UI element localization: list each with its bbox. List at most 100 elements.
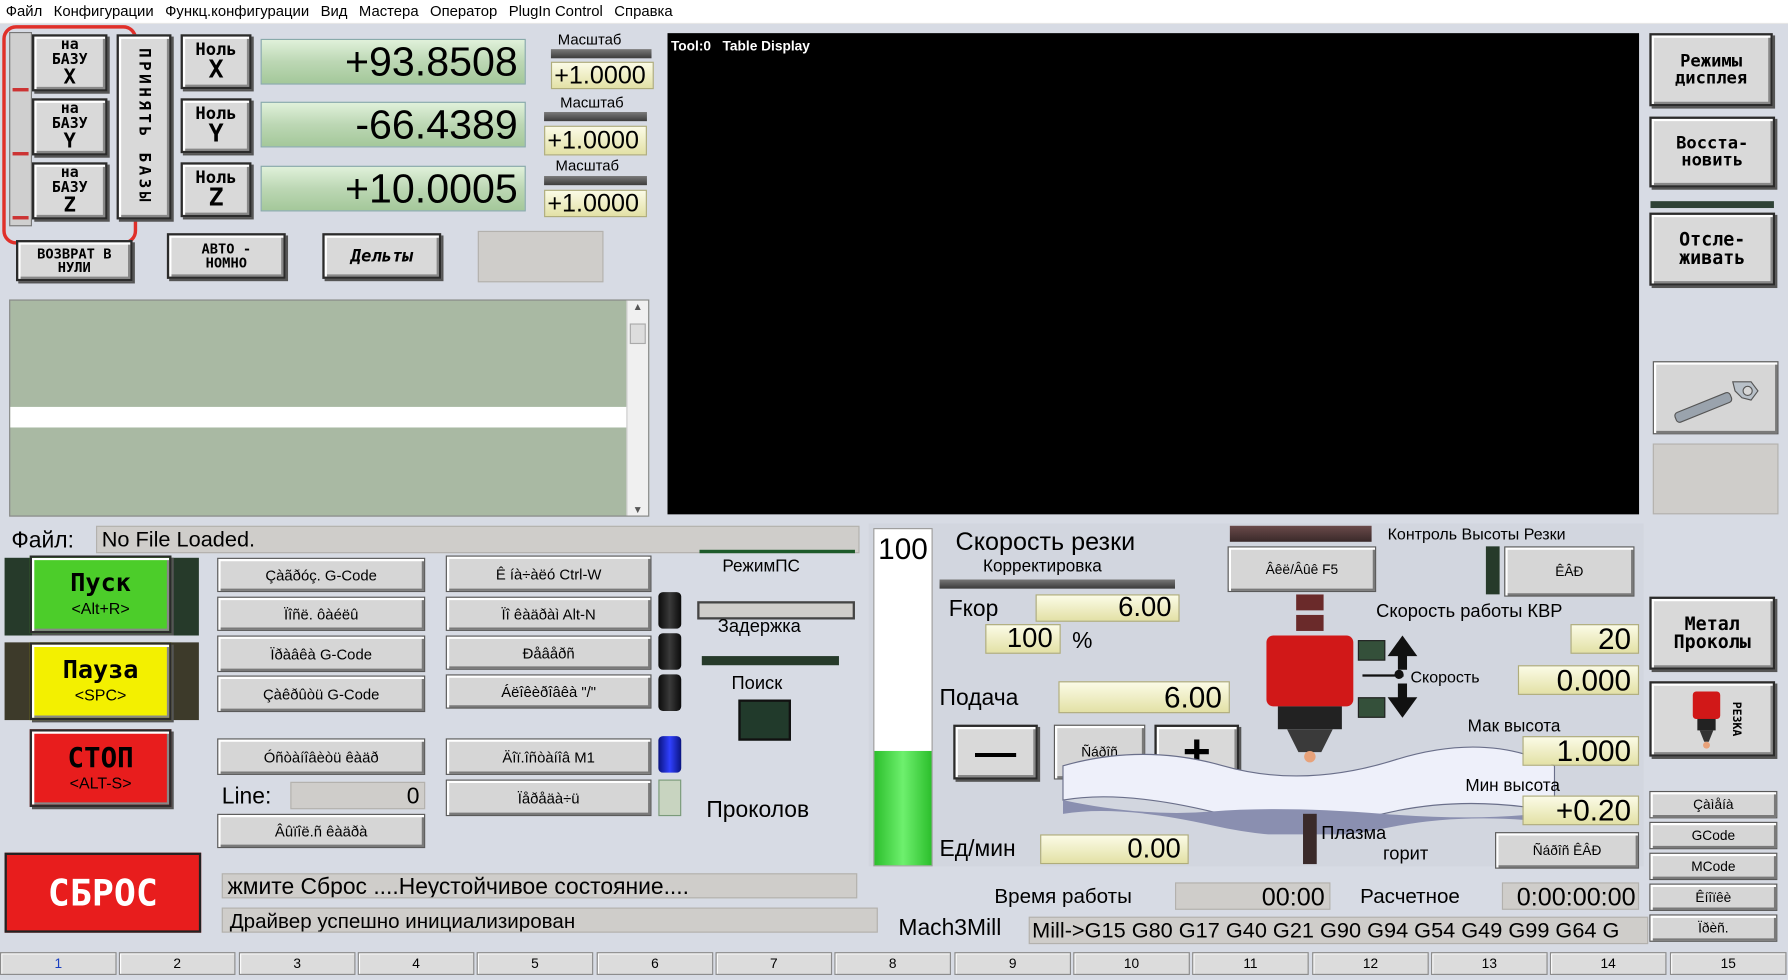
tab-5[interactable]: 5 [476, 952, 594, 975]
track-button[interactable]: Отсле- живать [1649, 212, 1776, 286]
fkor-value: 6.00 [1118, 592, 1172, 623]
cut-button[interactable]: РЕЗКА [1649, 681, 1776, 757]
scroll-down-icon[interactable]: ▼ [628, 504, 649, 515]
dro-x[interactable]: +93.8508 [260, 38, 526, 85]
side-small-button-0[interactable]: Çàìåíà [1649, 790, 1778, 819]
start-label: Пуск [70, 569, 131, 598]
settings-wrench-button[interactable] [1652, 361, 1779, 435]
menu-item-2[interactable]: Функц.конфигурации [159, 0, 315, 23]
dro-z[interactable]: +10.0005 [260, 165, 526, 212]
auto-label: АВТО - НОМНО [201, 241, 252, 271]
tab-3[interactable]: 3 [238, 952, 356, 975]
gcode-button-3[interactable]: Çàêðûòü G-Code [217, 675, 426, 713]
scale-x-field[interactable]: +1.0000 [550, 61, 654, 90]
units-field[interactable]: 0.00 [1040, 833, 1189, 865]
auto-button[interactable]: АВТО - НОМНО [166, 233, 286, 279]
tab-1[interactable]: 1 [0, 952, 117, 975]
thc-speed-field[interactable]: 20 [1570, 621, 1640, 656]
plasma-label: Плазма [1321, 824, 1387, 844]
deltas-button[interactable]: Дельты [322, 233, 442, 279]
gcode-list[interactable]: ▲ ▼ [9, 299, 650, 517]
run-control-button-4[interactable]: Äîï.îñòàíîâ M1 [445, 738, 652, 775]
scale-z-field[interactable]: +1.0000 [544, 189, 647, 218]
zero-x-button[interactable]: Ноль X [180, 34, 252, 90]
menu-item-0[interactable]: Файл [0, 0, 48, 23]
feed-gauge-value: 100 [878, 531, 928, 566]
tab-13[interactable]: 13 [1431, 952, 1548, 975]
gcode-button-4[interactable]: Óñòàíîâèòü êàäð [217, 738, 426, 775]
estimate-field: 0:00:00:00 [1501, 882, 1640, 910]
pause-button[interactable]: Пауза <SPC> [29, 642, 172, 721]
menu-item-6[interactable]: PlugIn Control [503, 0, 609, 23]
min-height-field[interactable]: +0.20 [1522, 793, 1640, 827]
scroll-thumb[interactable] [629, 323, 646, 345]
side-small-button-1[interactable]: GCode [1649, 821, 1778, 850]
start-button[interactable]: Пуск <Alt+R> [29, 555, 172, 634]
tab-14[interactable]: 14 [1549, 952, 1667, 975]
line-field[interactable]: 0 [290, 781, 426, 810]
tab-12[interactable]: 12 [1312, 952, 1429, 975]
restore-button[interactable]: Восста- новить [1649, 116, 1776, 188]
gcode-button-0[interactable]: Çàãðóç. G-Code [217, 557, 426, 593]
status-error-text: жмите Сброс ....Неустойчивое состояние..… [227, 874, 689, 899]
feed-minus-button[interactable]: — [953, 724, 1038, 780]
gcode-button-1[interactable]: Ïîñë. ôàéëû [217, 596, 426, 631]
dro-y[interactable]: -66.4389 [260, 101, 526, 148]
thc-button[interactable]: ÊÂÐ [1504, 546, 1635, 597]
side-small-button-3[interactable]: Êíîïêè [1649, 883, 1778, 911]
feed-label: Подача [939, 685, 1019, 711]
menu-item-5[interactable]: Оператор [424, 0, 503, 23]
run-control-button-3[interactable]: Áëîêèðîâêà "/" [445, 674, 652, 709]
mode-ps-led [699, 549, 855, 554]
tab-2[interactable]: 2 [118, 952, 236, 975]
reset-button[interactable]: СБРОС [4, 852, 202, 933]
stop-button[interactable]: СТОП <ALT-S> [29, 729, 172, 807]
gcode-button-2[interactable]: Ïðàâêà G-Code [217, 635, 426, 673]
side-small-button-2[interactable]: MCode [1649, 852, 1778, 881]
thc-reset-button[interactable]: Ñáðîñ ÊÂÐ [1495, 832, 1640, 869]
tab-6[interactable]: 6 [596, 952, 714, 975]
menu-item-3[interactable]: Вид [315, 0, 353, 23]
tab-10[interactable]: 10 [1073, 952, 1190, 975]
tab-4[interactable]: 4 [357, 952, 475, 975]
side-small-button-4[interactable]: Ïðèñ. [1649, 914, 1778, 942]
menu-item-7[interactable]: Справка [609, 0, 679, 23]
side-small-label: Êíîïêè [1695, 889, 1732, 906]
scroll-up-icon[interactable]: ▲ [628, 301, 649, 312]
feed-field[interactable]: 6.00 [1058, 680, 1230, 714]
gcode-scrollbar[interactable]: ▲ ▼ [626, 300, 649, 516]
display-modes-button[interactable]: Режимы дисплея [1649, 33, 1773, 107]
menu-item-1[interactable]: Конфигурации [48, 0, 159, 23]
max-height-field[interactable]: 1.000 [1522, 733, 1640, 768]
stop-key: <ALT-S> [69, 773, 132, 793]
thc-speed2-field[interactable]: 0.000 [1517, 662, 1640, 697]
run-control-button-5[interactable]: Ïåðåäà÷ü [445, 779, 652, 817]
run-control-button-1[interactable]: Ïî êàäðàì Alt-N [445, 596, 652, 631]
deltas-label: Дельты [350, 245, 413, 266]
tab-9[interactable]: 9 [954, 952, 1071, 975]
thc-onoff-button[interactable]: Âêë/Âûê F5 [1227, 546, 1377, 593]
zero-y-button[interactable]: Ноль Y [180, 98, 252, 154]
punches-label: Проколов [706, 797, 810, 823]
zero-z-button[interactable]: Ноль Z [180, 162, 252, 218]
toolpath-header: Tool:0 Table Display [671, 38, 810, 54]
start-key: <Alt+R> [71, 598, 130, 618]
fkor-field[interactable]: 6.00 [1035, 592, 1180, 623]
menu-item-4[interactable]: Мастера [353, 0, 424, 23]
max-height-label: Мак высота [1467, 716, 1561, 737]
tab-7[interactable]: 7 [715, 952, 833, 975]
gcode-button-5[interactable]: Âûïîë.ñ êàäðà [217, 813, 426, 849]
metal-button[interactable]: Метал Проколы [1649, 596, 1776, 670]
toolpath-title: Table Display [722, 37, 810, 54]
tab-15[interactable]: 15 [1669, 952, 1787, 975]
tab-11[interactable]: 11 [1192, 952, 1309, 975]
percent-field[interactable]: 100 [985, 623, 1061, 654]
scale-y-field[interactable]: +1.0000 [544, 125, 647, 156]
tab-8[interactable]: 8 [834, 952, 951, 975]
run-control-button-2[interactable]: Ðåâåðñ [445, 635, 652, 670]
run-control-button-0[interactable]: Ê íà÷àëó Ctrl-W [445, 555, 652, 593]
goto-zero-button[interactable]: ВОЗВРАТ В НУЛИ [16, 240, 133, 282]
thc-onoff-label: Âêë/Âûê F5 [1265, 561, 1339, 578]
toolpath-display[interactable]: Tool:0 Table Display [667, 33, 1640, 515]
ref-all-button[interactable]: ПРИНЯТЬ БАЗЫ [116, 34, 172, 220]
